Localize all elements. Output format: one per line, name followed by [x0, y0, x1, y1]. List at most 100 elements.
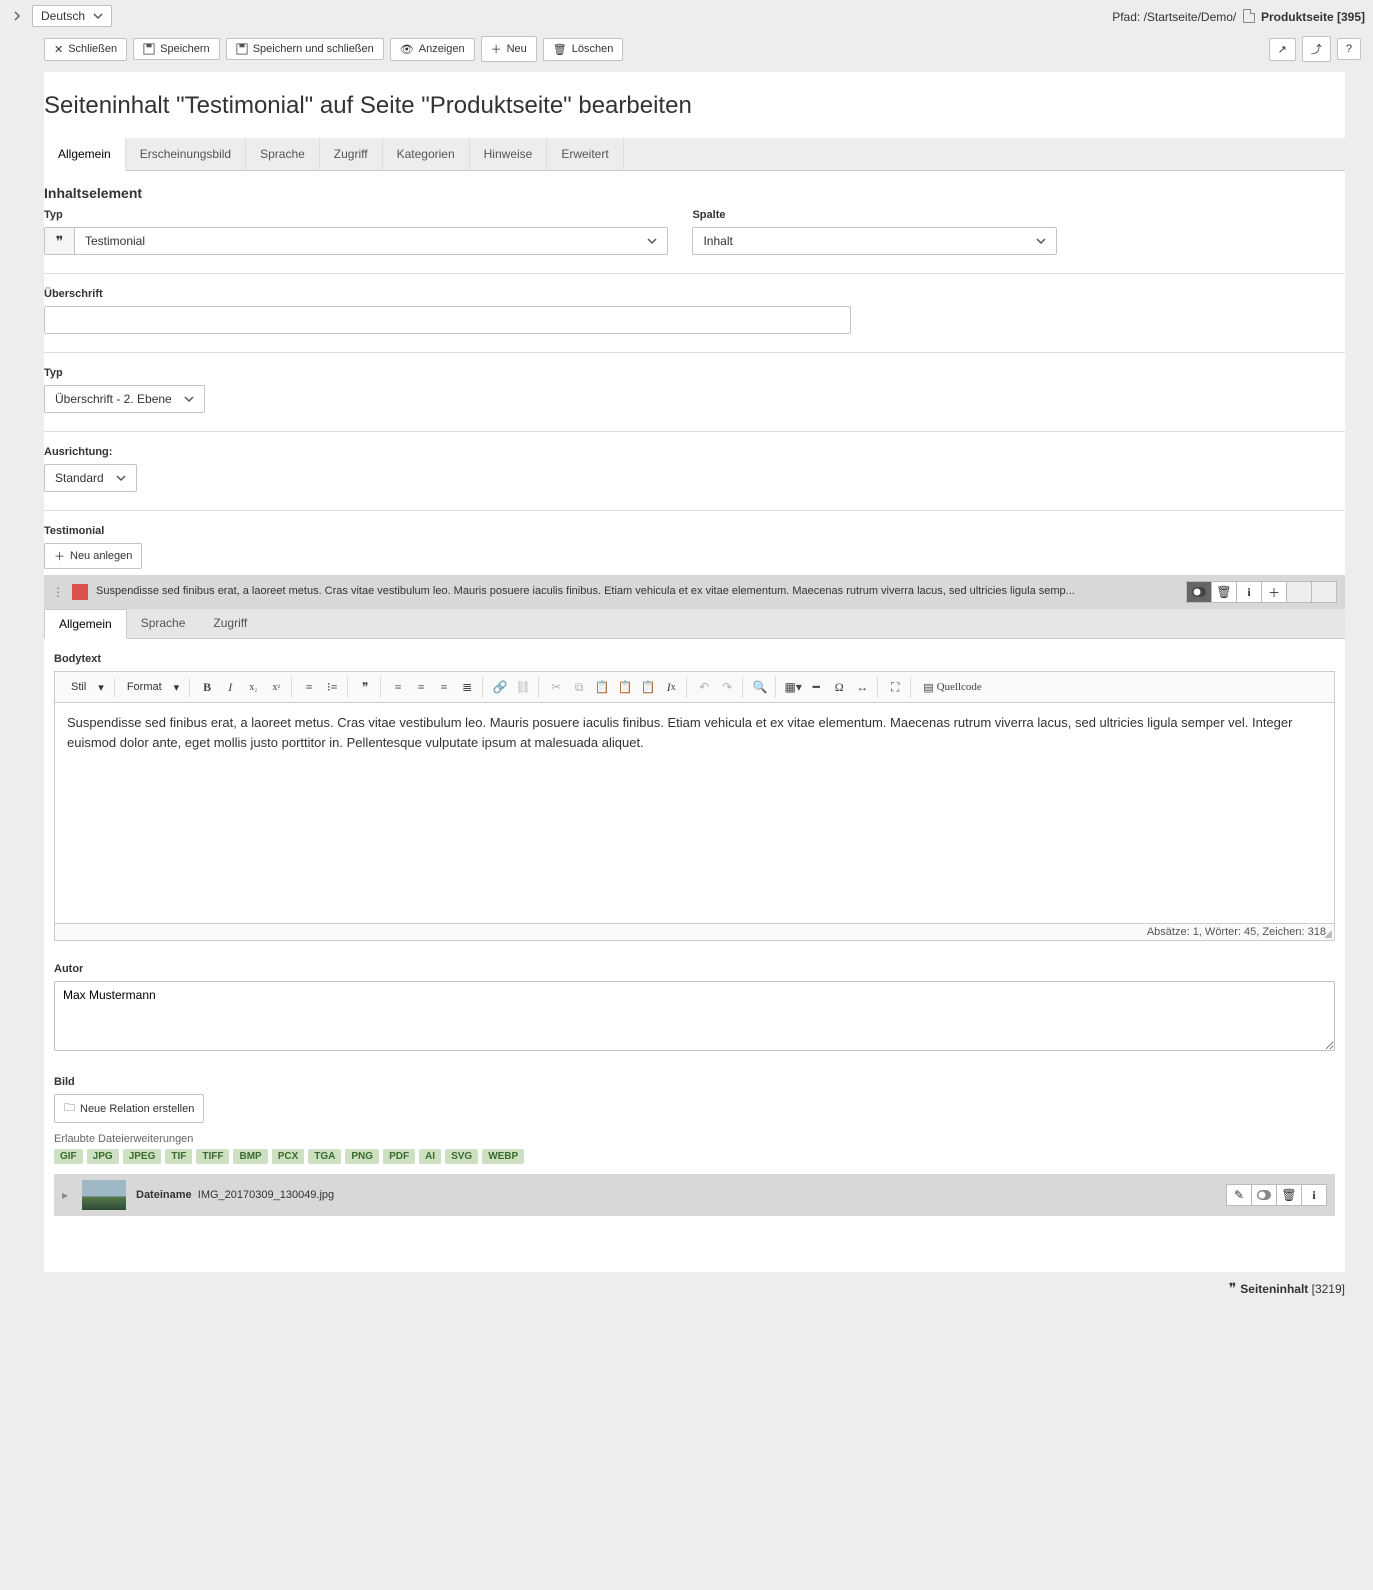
header-label: Überschrift	[44, 288, 1345, 300]
close-icon: ✕	[54, 43, 63, 56]
tab-general[interactable]: Allgemein	[44, 138, 126, 171]
rte-paste-word[interactable]: 📋	[637, 676, 659, 698]
pencil-icon: ✎	[1234, 1188, 1244, 1202]
breadcrumb: Pfad: /Startseite/Demo/ Produktseite [39…	[1112, 9, 1365, 24]
image-label: Bild	[54, 1076, 1335, 1088]
rte-align-right[interactable]: ≡	[433, 676, 455, 698]
rte-status: Absätze: 1, Wörter: 45, Zeichen: 318	[55, 923, 1334, 940]
new-relation-button[interactable]: 🗀 Neue Relation erstellen	[54, 1094, 204, 1123]
close-button[interactable]: ✕ Schließen	[44, 38, 127, 61]
header-layout-select[interactable]: Überschrift - 2. Ebene	[44, 385, 205, 413]
external-link-icon: ↗	[1278, 43, 1287, 56]
file-reference-row[interactable]: ▸ Dateiname IMG_20170309_130049.jpg ✎ 🗑 …	[54, 1174, 1335, 1216]
module-collapse-button[interactable]	[8, 7, 26, 25]
header-position-select[interactable]: Standard	[44, 464, 137, 492]
rte-align-justify[interactable]: ≣	[456, 676, 478, 698]
visibility-toggle[interactable]	[1186, 581, 1212, 603]
rte-remove-format[interactable]: Ix	[660, 676, 682, 698]
view-button[interactable]: 👁 Anzeigen	[390, 38, 475, 61]
rte-redo[interactable]: ↷	[716, 676, 738, 698]
language-select[interactable]: Deutsch	[32, 5, 112, 27]
rte-paste[interactable]: 📋	[591, 676, 613, 698]
ext-badge: JPG	[87, 1149, 119, 1164]
irre-new-button[interactable]: ＋	[1261, 581, 1287, 603]
rte-italic[interactable]: I	[219, 676, 241, 698]
save-button[interactable]: Speichern	[133, 38, 220, 60]
drag-handle-icon[interactable]: ▸	[62, 1188, 72, 1202]
share-button[interactable]: ⤴	[1302, 36, 1331, 62]
rte-cut[interactable]: ✂	[545, 676, 567, 698]
tab-access[interactable]: Zugriff	[320, 138, 383, 170]
rte-align-center[interactable]: ≡	[410, 676, 432, 698]
rte-align-left[interactable]: ≡	[387, 676, 409, 698]
ext-badge: TGA	[308, 1149, 341, 1164]
rte-maximize[interactable]: ⛶	[884, 676, 906, 698]
rte-content[interactable]: Suspendisse sed finibus erat, a laoreet …	[55, 703, 1334, 923]
help-icon: ?	[1346, 43, 1352, 55]
save-close-button[interactable]: Speichern und schließen	[226, 38, 384, 60]
bodytext-label: Bodytext	[54, 653, 1335, 665]
file-info-button[interactable]: i	[1301, 1184, 1327, 1206]
save-icon	[143, 43, 155, 55]
irre-moveup-button[interactable]	[1286, 581, 1312, 603]
author-textarea[interactable]	[54, 981, 1335, 1051]
rte-source[interactable]: ▤Quellcode	[917, 676, 988, 698]
trash-icon: 🗑	[1281, 1188, 1296, 1202]
rte-table[interactable]: ▦▾	[782, 676, 804, 698]
rte-unlink[interactable]: ⛓	[512, 676, 534, 698]
add-testimonial-button[interactable]: ＋ Neu anlegen	[44, 543, 142, 569]
file-visibility-toggle[interactable]	[1251, 1184, 1277, 1206]
tab-notes[interactable]: Hinweise	[470, 138, 548, 170]
new-button[interactable]: ＋ Neu	[481, 36, 537, 62]
irre-info-button[interactable]: i	[1236, 581, 1262, 603]
ext-badge: GIF	[54, 1149, 83, 1164]
ctype-select[interactable]: ❞ Testimonial	[44, 227, 668, 255]
open-new-window-button[interactable]: ↗	[1269, 38, 1296, 61]
rte-paste-text[interactable]: 📋	[614, 676, 636, 698]
rte-bold[interactable]: B	[196, 676, 218, 698]
tab-appearance[interactable]: Erscheinungsbild	[126, 138, 246, 170]
drag-handle-icon[interactable]: ⋮	[52, 585, 64, 599]
subtab-general[interactable]: Allgemein	[44, 609, 127, 639]
rte-format-select[interactable]: Format▾	[121, 678, 185, 697]
rte-specialchar[interactable]: Ω	[828, 676, 850, 698]
rte-find[interactable]: 🔍	[749, 676, 771, 698]
irre-movedown-button[interactable]	[1311, 581, 1337, 603]
rte-style-select[interactable]: Stil▾	[65, 678, 110, 697]
ext-badge: JPEG	[123, 1149, 162, 1164]
delete-button[interactable]: 🗑 Löschen	[543, 38, 624, 61]
help-button[interactable]: ?	[1337, 38, 1361, 60]
header-input[interactable]	[44, 306, 851, 334]
quote-icon: ❞	[1229, 1280, 1237, 1297]
rte-subscript[interactable]: x₂	[242, 676, 264, 698]
rte-undo[interactable]: ↶	[693, 676, 715, 698]
share-icon: ⤴	[1311, 41, 1322, 57]
irre-delete-button[interactable]: 🗑	[1211, 581, 1237, 603]
rte-toolbar: Stil▾ Format▾ B I x₂ x² ≡ ⁝≡	[55, 672, 1334, 703]
tab-extended[interactable]: Erweitert	[547, 138, 623, 170]
irre-record-header[interactable]: ⋮ Suspendisse sed finibus erat, a laoree…	[44, 575, 1345, 609]
tab-language[interactable]: Sprache	[246, 138, 320, 170]
irre-summary: Suspendisse sed finibus erat, a laoreet …	[96, 584, 1179, 599]
eye-icon: 👁	[400, 43, 414, 56]
subtab-access[interactable]: Zugriff	[199, 609, 261, 638]
rte-softhyphen[interactable]: ↔	[851, 676, 873, 698]
rte-copy[interactable]: ⧉	[568, 676, 590, 698]
rte-blockquote[interactable]: ❞	[354, 676, 376, 698]
rte-numbered-list[interactable]: ≡	[298, 676, 320, 698]
ext-badge: TIF	[165, 1149, 192, 1164]
file-edit-button[interactable]: ✎	[1226, 1184, 1252, 1206]
rte-bullet-list[interactable]: ⁝≡	[321, 676, 343, 698]
rte-superscript[interactable]: x²	[265, 676, 287, 698]
chevron-down-icon	[184, 394, 194, 404]
ext-badge: TIFF	[196, 1149, 229, 1164]
image-thumbnail	[82, 1180, 126, 1210]
tab-categories[interactable]: Kategorien	[383, 138, 470, 170]
colpos-select[interactable]: Inhalt	[692, 227, 1056, 255]
main-tabs: Allgemein Erscheinungsbild Sprache Zugri…	[44, 138, 1345, 171]
subtab-language[interactable]: Sprache	[127, 609, 200, 638]
rte-hr[interactable]: ━	[805, 676, 827, 698]
rte-link[interactable]: 🔗	[489, 676, 511, 698]
file-delete-button[interactable]: 🗑	[1276, 1184, 1302, 1206]
page-title: Seiteninhalt "Testimonial" auf Seite "Pr…	[44, 72, 1345, 138]
